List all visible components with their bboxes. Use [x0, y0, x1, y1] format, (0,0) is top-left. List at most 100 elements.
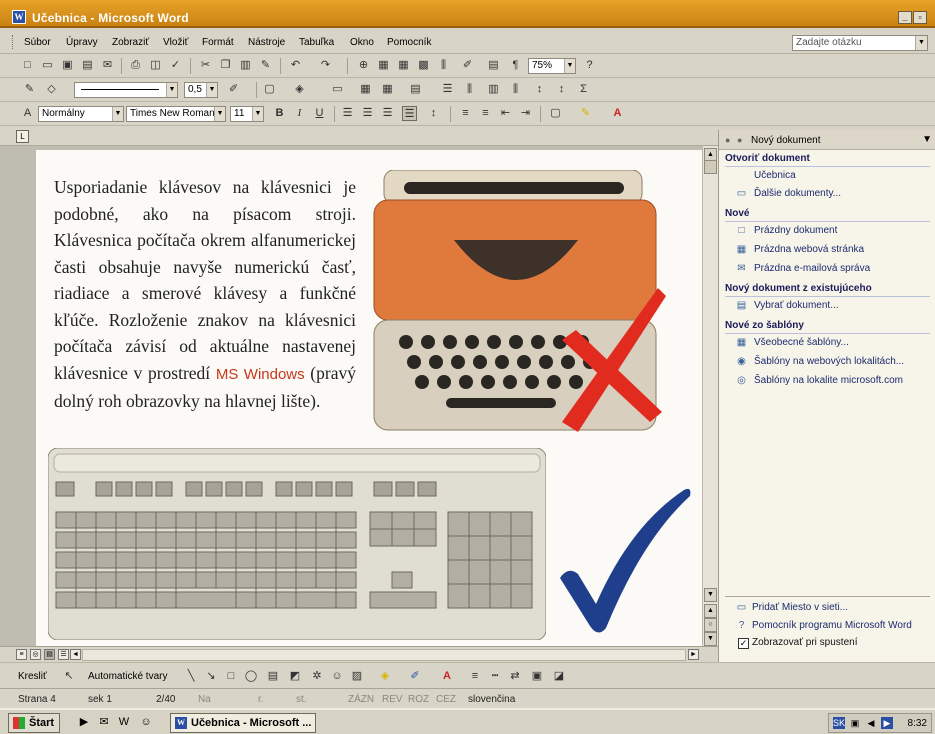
align-icon[interactable]: ▤ — [408, 82, 423, 97]
columns-icon[interactable]: ⫼ — [436, 58, 451, 73]
shadow-icon[interactable]: ▣ — [530, 669, 544, 683]
spelling-icon[interactable]: ✓ — [168, 58, 183, 73]
draw-menu[interactable]: Kresliť — [18, 671, 47, 682]
line-style-select[interactable]: ▼ — [74, 82, 178, 98]
scroll-thumb[interactable] — [704, 160, 717, 174]
undo-icon[interactable]: ↶ — [288, 58, 303, 73]
chevron-down-icon[interactable]: ▼ — [564, 59, 575, 73]
menu-pomocnik[interactable]: Pomocník — [387, 37, 431, 48]
numbering-icon[interactable]: ≡ — [458, 106, 473, 121]
highlight-icon[interactable]: ✎ — [578, 106, 593, 121]
taskbar-word-task[interactable]: W Učebnica - Microsoft ... — [170, 713, 316, 733]
keyboard-image[interactable] — [48, 448, 546, 640]
link-web-templates[interactable]: Šablóny na webových lokalitách... — [754, 356, 904, 367]
bullets-icon[interactable]: ≡ — [478, 106, 493, 121]
styles-icon[interactable]: A — [20, 106, 35, 121]
browse-object-button[interactable]: ○ — [704, 618, 717, 632]
link-word-help[interactable]: Pomocník programu Microsoft Word — [752, 620, 912, 631]
outside-border-icon[interactable]: ▢ — [548, 106, 563, 121]
text-direction-icon[interactable]: ⫼ — [508, 82, 523, 97]
paste-icon[interactable]: ▥ — [238, 58, 253, 73]
chevron-down-icon[interactable]: ▼ — [166, 83, 177, 97]
previous-page-button[interactable]: ▲ — [704, 604, 717, 618]
rectangle-icon[interactable]: □ — [224, 669, 238, 683]
scroll-down-button[interactable]: ▼ — [704, 588, 717, 602]
style-select[interactable]: Normálny ▼ — [38, 106, 124, 122]
line-style-icon[interactable]: ≡ — [468, 669, 482, 683]
menu-vlozit[interactable]: Vložiť — [163, 37, 188, 48]
media-tray-icon[interactable]: ▶ — [881, 717, 893, 729]
link-add-network-place[interactable]: Pridať Miesto v sieti... — [752, 602, 848, 613]
shading-icon[interactable]: ◈ — [292, 82, 307, 97]
network-icon[interactable]: ▣ — [849, 717, 861, 729]
status-ovr[interactable]: CEZ — [436, 694, 456, 705]
email-icon[interactable]: ✉ — [100, 58, 115, 73]
chevron-down-icon[interactable]: ▼ — [206, 83, 217, 97]
distribute-rows-icon[interactable]: ☰ — [440, 82, 455, 97]
line-color-icon[interactable]: ✐ — [408, 669, 422, 683]
scroll-right-button[interactable]: ► — [688, 649, 699, 660]
font-color-icon[interactable]: A — [610, 106, 625, 121]
document-page[interactable]: Usporiadanie klávesov na klávesnici je p… — [36, 150, 702, 646]
autoformat-icon[interactable]: ▥ — [486, 82, 501, 97]
select-objects-icon[interactable]: ↖ — [62, 669, 76, 683]
format-painter-icon[interactable]: ✎ — [258, 58, 273, 73]
status-ext[interactable]: ROZ — [408, 694, 429, 705]
menu-upravy[interactable]: Úpravy — [66, 37, 98, 48]
menu-nastroje[interactable]: Nástroje — [248, 37, 285, 48]
help-icon[interactable]: ? — [582, 58, 597, 73]
line-width-select[interactable]: 0,5 ▼ — [184, 82, 218, 98]
merge-cells-icon[interactable]: ▦ — [358, 82, 373, 97]
dash-style-icon[interactable]: ┅ — [488, 669, 502, 683]
copy-icon[interactable]: ❐ — [218, 58, 233, 73]
link-ucebnica[interactable]: Učebnica — [754, 170, 796, 181]
autoshapes-menu[interactable]: Automatické tvary — [88, 671, 167, 682]
line-icon[interactable]: ╲ — [184, 669, 198, 683]
open-folder-icon[interactable]: ▭ — [40, 58, 55, 73]
chevron-down-icon[interactable]: ▼ — [112, 107, 123, 121]
align-left-icon[interactable]: ☰ — [340, 106, 355, 121]
bold-button[interactable]: B — [272, 106, 287, 121]
menu-subor[interactable]: Súbor — [24, 37, 51, 48]
menu-okno[interactable]: Okno — [350, 37, 374, 48]
ask-question-box[interactable]: Zadajte otázku ▼ — [792, 35, 928, 51]
language-indicator[interactable]: SK — [833, 717, 845, 729]
normal-view-icon[interactable]: ≡ — [16, 649, 27, 660]
vertical-scrollbar[interactable]: ▲ ▼ ▲ ○ ▼ — [702, 146, 718, 646]
document-map-icon[interactable]: ▤ — [486, 58, 501, 73]
decrease-indent-icon[interactable]: ⇤ — [498, 106, 513, 121]
pencil-icon[interactable]: ✎ — [22, 82, 37, 97]
increase-indent-icon[interactable]: ⇥ — [518, 106, 533, 121]
link-blank-email[interactable]: Prázdna e-mailová správa — [754, 263, 870, 274]
link-blank-web-page[interactable]: Prázdna webová stránka — [754, 244, 864, 255]
font-size-select[interactable]: 11 ▼ — [230, 106, 264, 122]
tab-selector[interactable]: L — [16, 130, 29, 143]
word-quicklaunch-icon[interactable]: W — [116, 714, 132, 730]
maximize-button[interactable]: ▫ — [913, 11, 927, 24]
autosum-icon[interactable]: Σ — [576, 82, 591, 97]
menu-zobrazit[interactable]: Zobraziť — [112, 37, 149, 48]
oval-icon[interactable]: ◯ — [244, 669, 258, 683]
chevron-down-icon[interactable]: ▼ — [214, 107, 225, 121]
horizontal-scrollbar[interactable] — [82, 649, 686, 661]
messenger-icon[interactable]: ☺ — [138, 714, 154, 730]
font-select[interactable]: Times New Roman ▼ — [126, 106, 226, 122]
start-button[interactable]: Štart — [8, 713, 60, 733]
body-paragraph[interactable]: Usporiadanie klávesov na klávesnici je p… — [54, 174, 356, 415]
underline-button[interactable]: U — [312, 106, 327, 121]
outline-view-icon[interactable]: ☰ — [58, 649, 69, 660]
print-icon[interactable]: ⎙ — [128, 58, 143, 73]
excel-sheet-icon[interactable]: ▩ — [416, 58, 431, 73]
diagram-icon[interactable]: ✲ — [310, 669, 324, 683]
3d-icon[interactable]: ◪ — [552, 669, 566, 683]
link-microsoft-templates[interactable]: Šablóny na lokalite microsoft.com — [754, 375, 903, 386]
wordart-icon[interactable]: ◩ — [288, 669, 302, 683]
typewriter-image[interactable] — [366, 170, 666, 440]
menu-format[interactable]: Formát — [202, 37, 234, 48]
back-icon[interactable]: ● — [725, 135, 730, 145]
zoom-select[interactable]: 75% ▼ — [528, 58, 576, 74]
justify-icon[interactable]: ☰ — [402, 106, 417, 121]
status-trk[interactable]: REV — [382, 694, 403, 705]
split-cells-icon[interactable]: ▦ — [380, 82, 395, 97]
hyperlink-icon[interactable]: ⊕ — [356, 58, 371, 73]
